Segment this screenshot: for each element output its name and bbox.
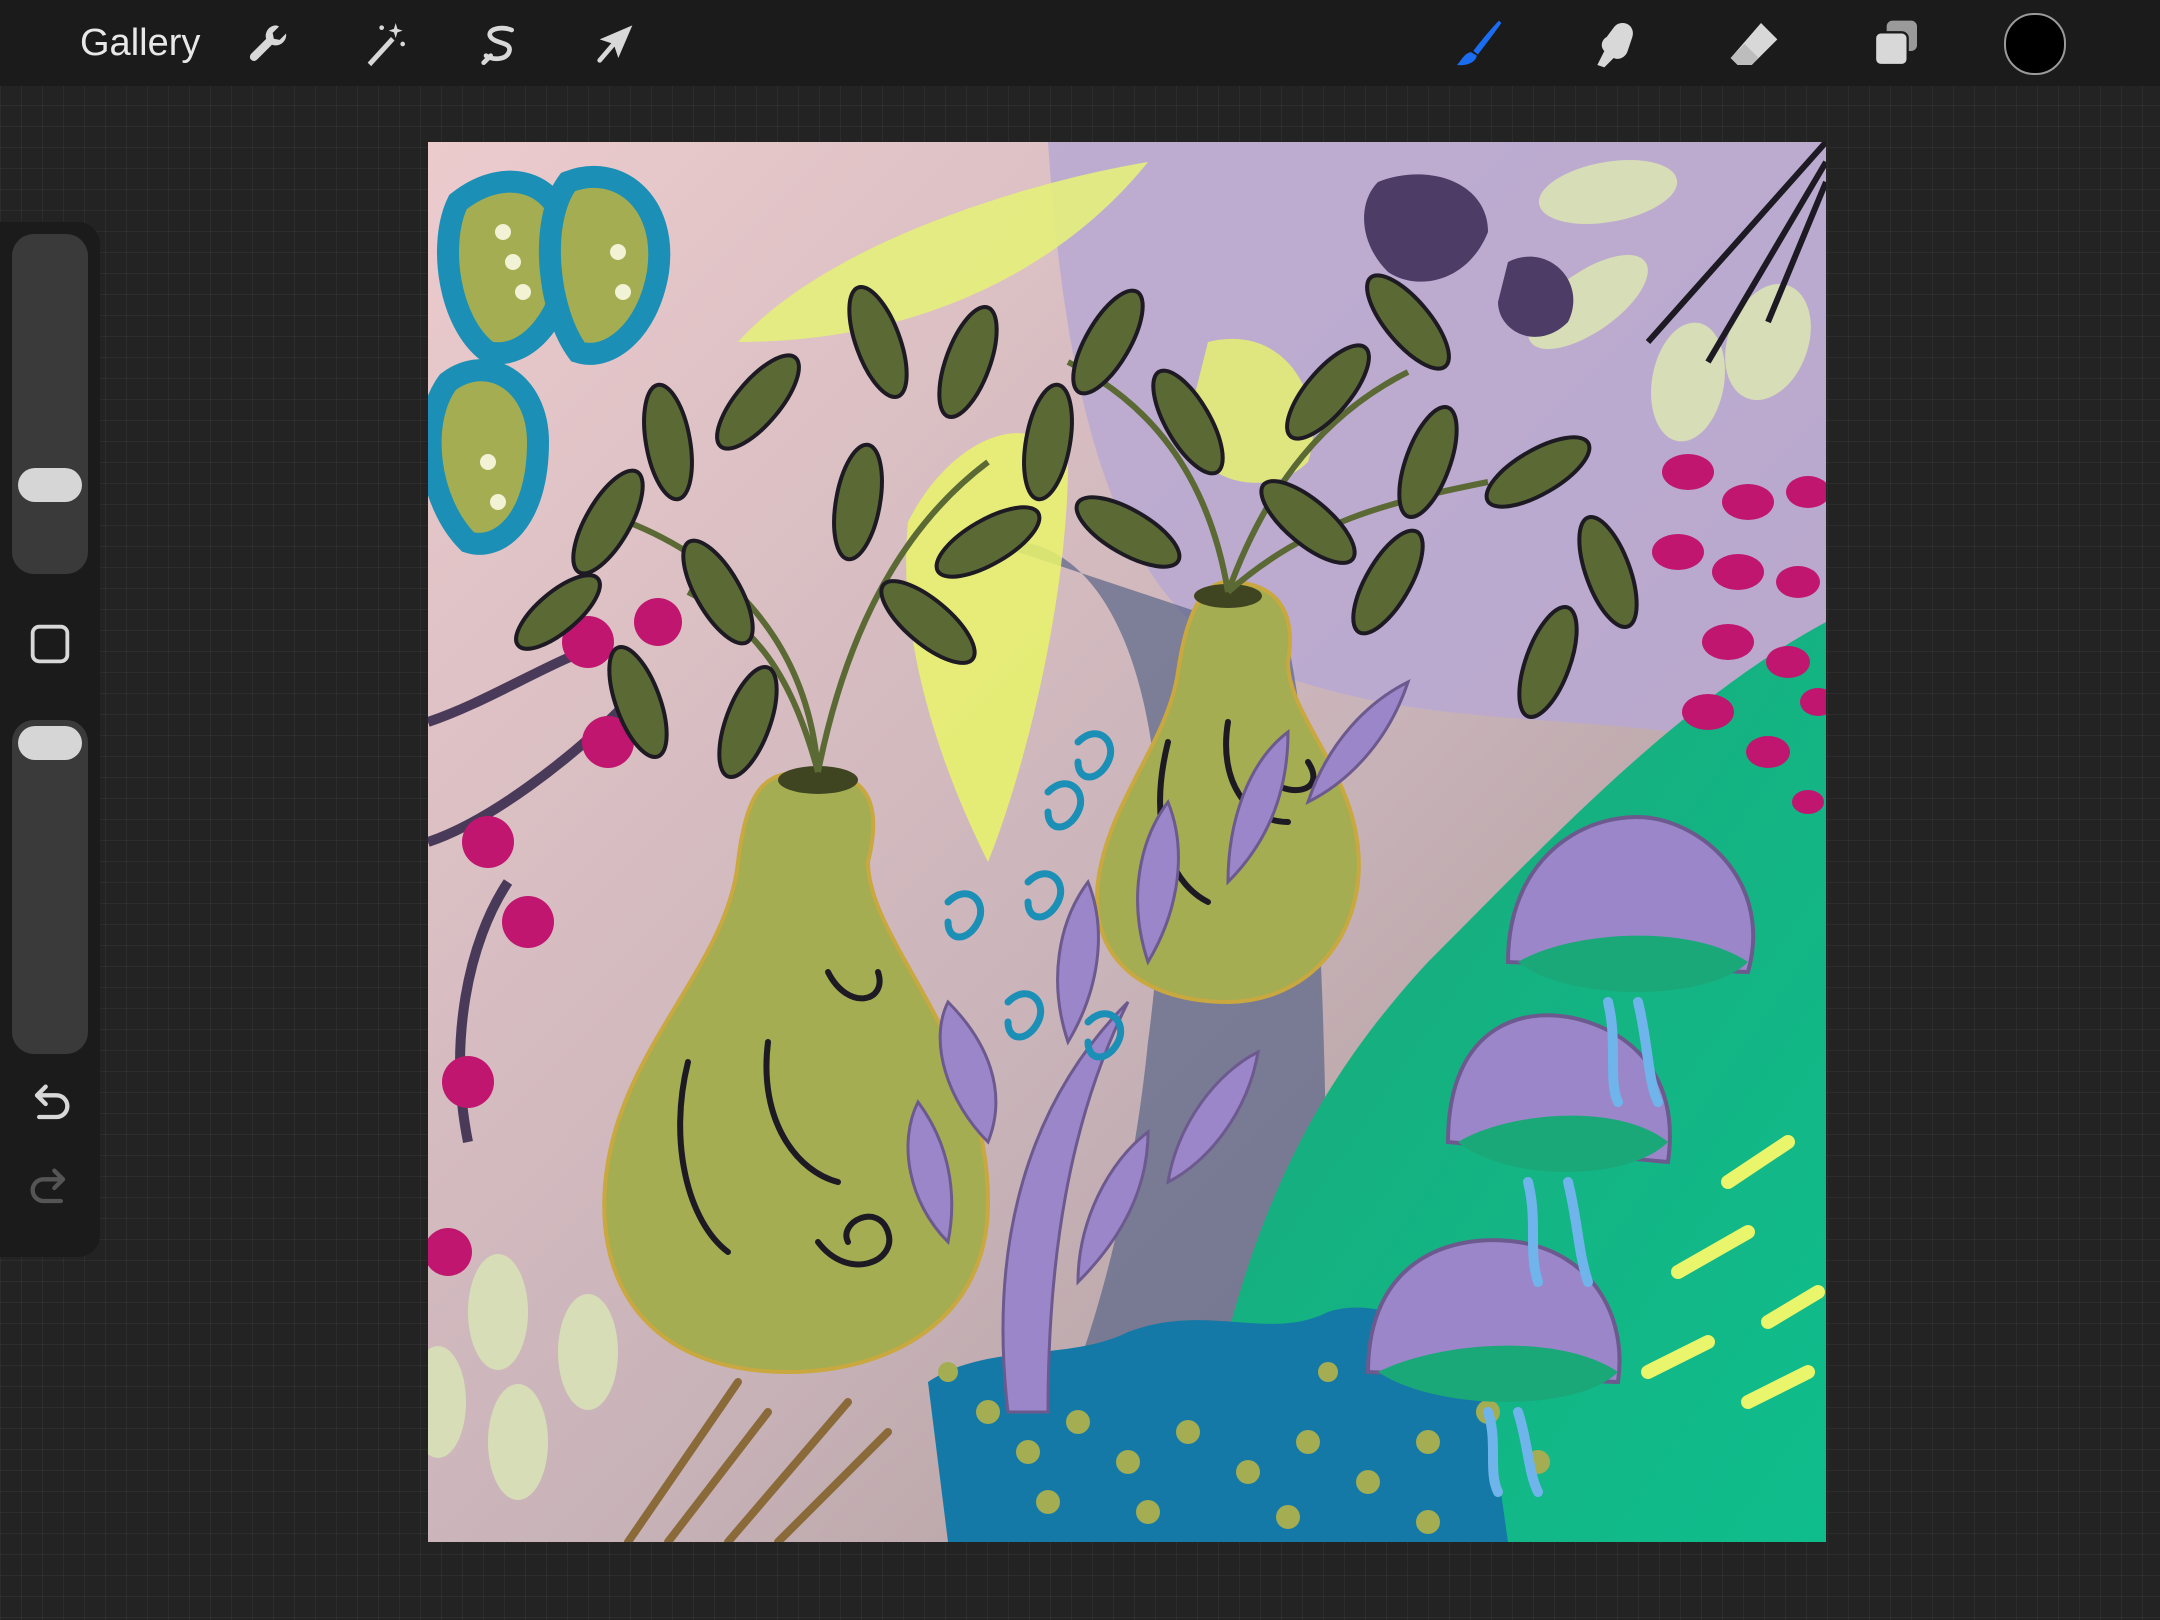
eraser-icon[interactable] xyxy=(1724,14,1784,74)
smudge-finger-icon[interactable] xyxy=(1586,14,1646,74)
artwork xyxy=(428,142,1826,1542)
selection-s-icon[interactable] xyxy=(470,14,530,74)
redo-button xyxy=(20,1158,80,1218)
layers-icon[interactable] xyxy=(1866,14,1926,74)
brush-icon[interactable] xyxy=(1448,14,1508,74)
modify-button[interactable] xyxy=(20,614,80,674)
redo-icon xyxy=(30,1168,66,1204)
opacity-thumb[interactable] xyxy=(18,726,82,760)
gallery-button[interactable]: Gallery xyxy=(80,22,200,64)
left-sidebar xyxy=(0,222,100,1257)
brush-size-slider[interactable] xyxy=(12,234,88,574)
color-swatch[interactable] xyxy=(2004,13,2066,75)
undo-button[interactable] xyxy=(20,1074,80,1134)
top-toolbar: Gallery xyxy=(0,0,2160,86)
square-icon xyxy=(30,624,70,664)
wrench-icon[interactable] xyxy=(238,14,298,74)
opacity-slider[interactable] xyxy=(12,720,88,1054)
magic-wand-icon[interactable] xyxy=(354,14,414,74)
arrow-cursor-icon[interactable] xyxy=(586,14,646,74)
brush-size-thumb[interactable] xyxy=(18,468,82,502)
undo-icon xyxy=(34,1084,70,1120)
drawing-canvas[interactable] xyxy=(428,142,1826,1542)
